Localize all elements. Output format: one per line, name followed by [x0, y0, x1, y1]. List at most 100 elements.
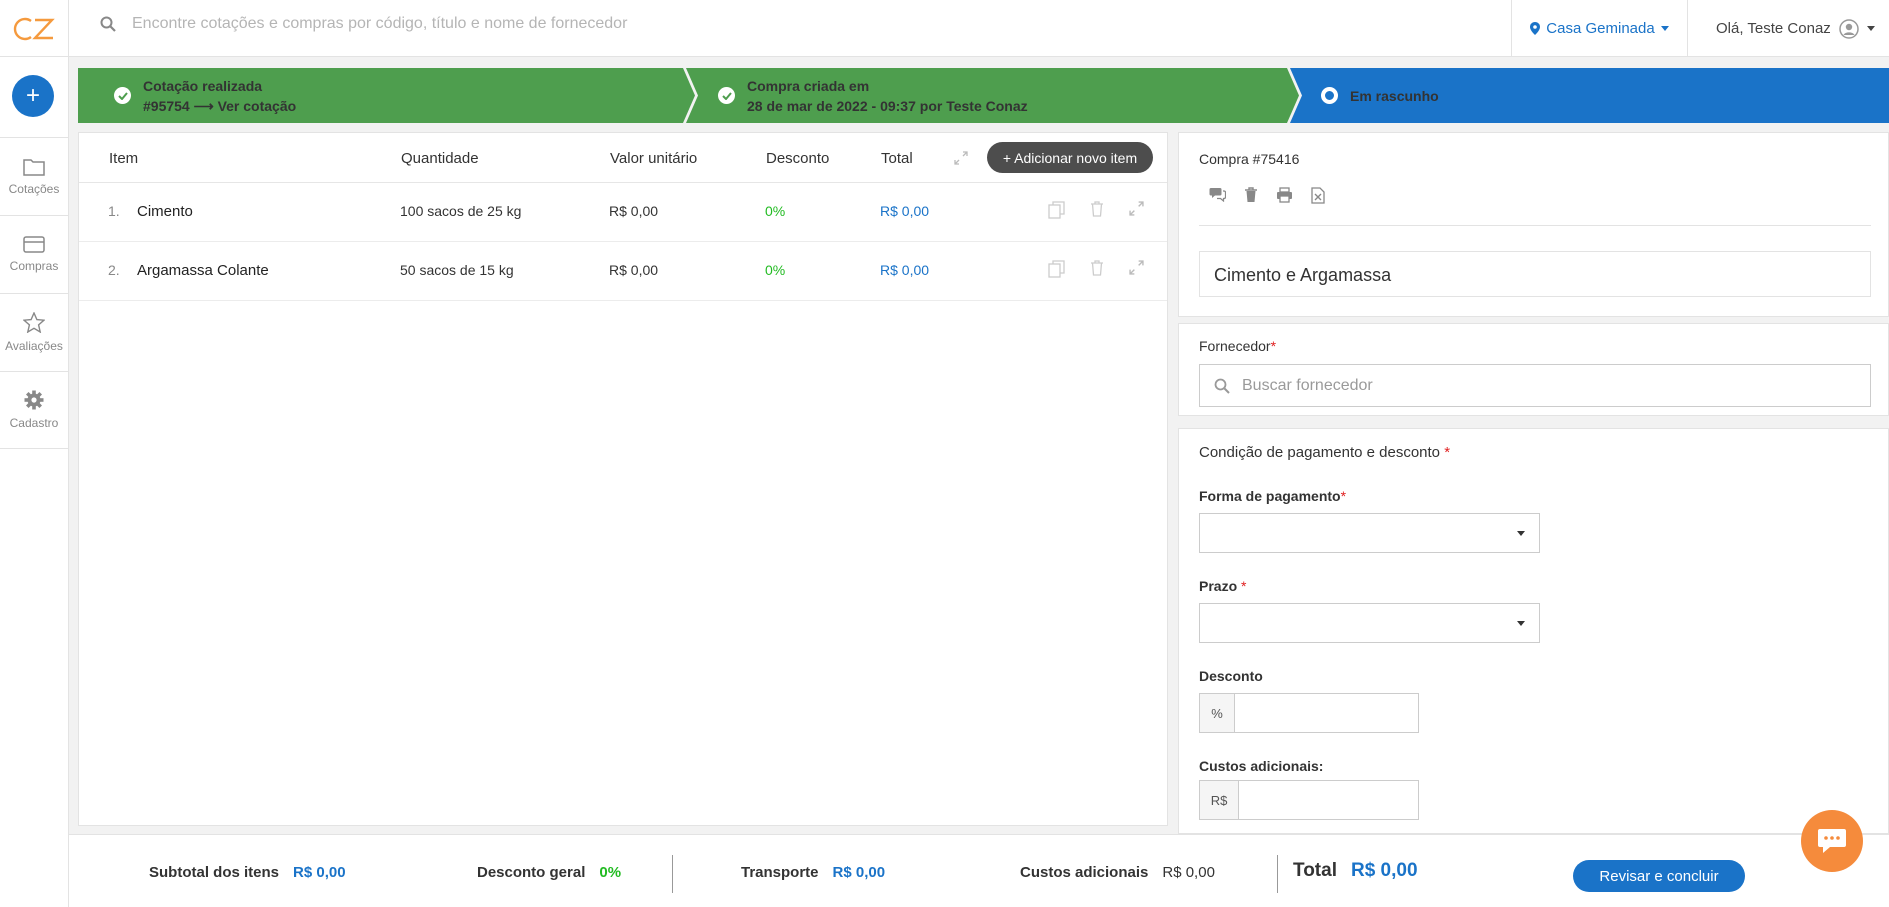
gear-icon	[24, 390, 44, 410]
item-total: R$ 0,00	[880, 262, 930, 278]
trash-icon[interactable]	[1090, 260, 1104, 276]
discount-label: Desconto geral	[477, 864, 586, 881]
expand-icon[interactable]	[1129, 201, 1144, 216]
step-quotation-done[interactable]: Cotação realizada #95754 ⟶ Ver cotação	[114, 68, 296, 123]
trash-icon[interactable]	[1244, 187, 1258, 203]
discount-label: Desconto	[1199, 668, 1263, 684]
divider	[672, 855, 673, 893]
step-purchase-created: Compra criada em 28 de mar de 2022 - 09:…	[718, 68, 1028, 123]
user-menu[interactable]: Olá, Teste Conaz	[1716, 0, 1875, 57]
extra-costs-label: Custos adicionais	[1020, 864, 1149, 881]
purchase-panel: Compra #75416 Cimento e Argamassa	[1178, 132, 1889, 317]
trash-icon[interactable]	[1090, 201, 1104, 217]
step-title: Em rascunho	[1350, 87, 1439, 104]
chevron-down-icon	[1517, 531, 1525, 536]
map-pin-icon	[1530, 22, 1541, 35]
subtotal: Subtotal dos itens R$ 0,00	[149, 864, 346, 881]
extra-costs-input[interactable]	[1239, 780, 1419, 820]
divider	[1277, 855, 1278, 893]
sidebar-item-avaliacoes[interactable]: Avaliações	[0, 293, 68, 371]
radio-dot-icon	[1321, 87, 1338, 104]
excel-export-icon[interactable]	[1311, 187, 1325, 204]
payment-panel: Condição de pagamento e desconto * Forma…	[1178, 428, 1889, 834]
transport-value[interactable]: R$ 0,00	[833, 864, 886, 881]
chevron-down-icon	[1866, 26, 1875, 31]
col-discount: Desconto	[766, 150, 830, 167]
sidebar-item-label: Cotações	[8, 181, 60, 196]
purchase-title-field[interactable]: Cimento e Argamassa	[1199, 251, 1871, 297]
copy-icon[interactable]	[1048, 260, 1066, 278]
discount-field: %	[1199, 693, 1419, 733]
item-quantity: 100 sacos de 25 kg	[400, 203, 522, 219]
location-label: Casa Geminada	[1546, 20, 1655, 37]
subtotal-value: R$ 0,00	[293, 864, 346, 881]
top-bar: Encontre cotações e compras por código, …	[0, 0, 1889, 57]
item-discount[interactable]: 0%	[765, 262, 785, 278]
sidebar-item-label: Cadastro	[9, 416, 59, 430]
extra-costs-field: R$	[1199, 780, 1419, 820]
col-quantity: Quantidade	[401, 150, 479, 167]
chevron-down-icon	[1517, 621, 1525, 626]
sidebar-item-compras[interactable]: Compras	[0, 215, 68, 293]
discount-value: 0%	[599, 864, 622, 881]
item-unit-price[interactable]: R$ 0,00	[609, 262, 658, 278]
grand-total: Total R$ 0,00	[1293, 860, 1418, 882]
table-row[interactable]: 2. Argamassa Colante 50 sacos de 15 kg R…	[79, 242, 1167, 301]
sidebar-item-cotacoes[interactable]: Cotações	[0, 137, 68, 215]
extra-costs-label: Custos adicionais:	[1199, 758, 1324, 774]
discount-input[interactable]	[1235, 693, 1419, 733]
check-icon	[718, 87, 735, 104]
extra-costs: Custos adicionais R$ 0,00	[1020, 864, 1215, 881]
sidebar-item-cadastro[interactable]: Cadastro	[0, 371, 68, 449]
chevron-down-icon	[1660, 26, 1669, 31]
items-table-header: Item Quantidade Valor unitário Desconto …	[79, 133, 1167, 183]
print-icon[interactable]	[1276, 187, 1293, 203]
item-quantity: 50 sacos de 15 kg	[400, 262, 514, 278]
item-name: Cimento	[137, 203, 193, 220]
item-discount[interactable]: 0%	[765, 203, 785, 219]
payment-method-select[interactable]	[1199, 513, 1540, 553]
supplier-label: Fornecedor*	[1199, 338, 1277, 354]
total-label: Total	[1293, 860, 1337, 881]
search-input[interactable]: Encontre cotações e compras por código, …	[132, 15, 627, 33]
step-link[interactable]: #95754 ⟶ Ver cotação	[143, 96, 296, 116]
add-item-button[interactable]: + Adicionar novo item	[987, 142, 1153, 173]
conaz-logo[interactable]	[0, 0, 69, 57]
table-row[interactable]: 1. Cimento 100 sacos de 25 kg R$ 0,00 0%…	[79, 183, 1167, 242]
step-draft-current: Em rascunho	[1321, 68, 1439, 123]
transport: Transporte R$ 0,00	[741, 864, 885, 881]
review-and-finish-button[interactable]: Revisar e concluir	[1573, 860, 1745, 892]
sidebar-item-label: Compras	[9, 259, 59, 273]
total-value: R$ 0,00	[1350, 860, 1418, 881]
expand-icon[interactable]	[1129, 260, 1144, 275]
item-unit-price[interactable]: R$ 0,00	[609, 203, 658, 219]
location-selector[interactable]: Casa Geminada	[1511, 0, 1688, 57]
currency-addon: R$	[1199, 780, 1239, 820]
global-search[interactable]: Encontre cotações e compras por código, …	[100, 15, 627, 33]
totals-footer: Subtotal dos itens R$ 0,00 Desconto gera…	[69, 834, 1889, 907]
supplier-placeholder: Buscar fornecedor	[1242, 376, 1373, 394]
step-detail: 28 de mar de 2022 - 09:37 por Teste Cona…	[747, 97, 1028, 114]
supplier-search-input[interactable]: Buscar fornecedor	[1199, 364, 1871, 407]
search-icon	[1214, 378, 1230, 394]
step-title: Compra criada em	[747, 77, 870, 94]
copy-icon[interactable]	[1048, 201, 1066, 219]
comments-icon[interactable]	[1209, 187, 1226, 202]
new-button[interactable]: +	[12, 75, 54, 117]
items-card: Item Quantidade Valor unitário Desconto …	[78, 132, 1168, 826]
divider	[1199, 225, 1871, 226]
chat-support-button[interactable]	[1801, 810, 1863, 872]
extra-costs-value: R$ 0,00	[1162, 864, 1215, 881]
status-stepper: Cotação realizada #95754 ⟶ Ver cotação C…	[78, 68, 1889, 123]
user-avatar-icon	[1839, 18, 1859, 39]
expand-all-icon[interactable]	[954, 151, 968, 165]
item-total: R$ 0,00	[880, 203, 930, 219]
percent-addon: %	[1199, 693, 1235, 733]
term-select[interactable]	[1199, 603, 1540, 643]
card-icon	[23, 236, 45, 253]
item-name: Argamassa Colante	[137, 262, 269, 279]
payment-section-title: Condição de pagamento e desconto *	[1199, 444, 1451, 461]
col-item: Item	[109, 150, 139, 167]
supplier-panel: Fornecedor* Buscar fornecedor	[1178, 323, 1889, 416]
payment-method-label: Forma de pagamento*	[1199, 488, 1347, 504]
